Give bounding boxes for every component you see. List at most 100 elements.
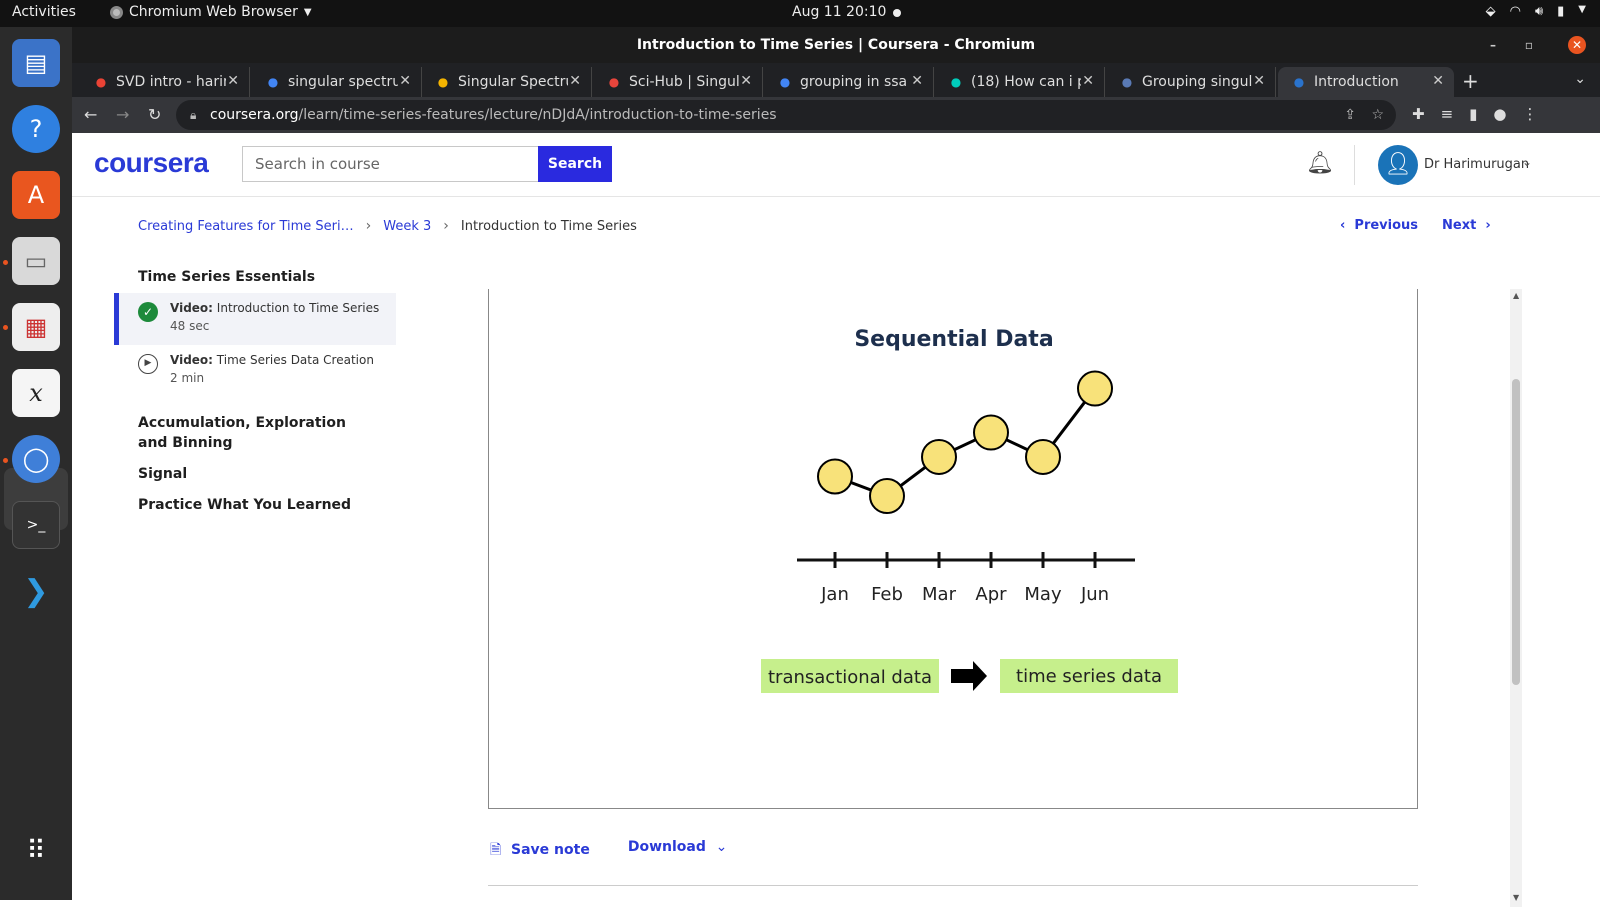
data-point xyxy=(973,414,1009,451)
ieee-icon: ● xyxy=(1121,75,1133,89)
browser-tab[interactable]: ● grouping in ssa ✕ xyxy=(764,67,934,97)
address-bar[interactable]: 🔒︎ coursera.org/learn/time-series-featur… xyxy=(176,100,1396,130)
browser-tab[interactable]: ● (18) How can i p ✕ xyxy=(935,67,1105,97)
scihub-icon: ● xyxy=(608,75,620,89)
breadcrumb-course[interactable]: Creating Features for Time Seri… xyxy=(138,219,354,234)
item-kind: Video: xyxy=(170,301,213,315)
x-tick-label: Jan xyxy=(820,584,849,605)
media-controls-icon[interactable]: ≡ xyxy=(1441,105,1454,123)
browser-menu-icon[interactable]: ⋮ xyxy=(1523,105,1538,123)
scroll-up-icon[interactable]: ▲ xyxy=(1513,291,1519,300)
tab-title: Grouping singular xyxy=(1142,74,1252,90)
share-icon[interactable]: ⇪ xyxy=(1344,100,1356,130)
lesson-item-data-creation[interactable]: ▶ Video: Time Series Data Creation 2 min xyxy=(114,345,396,397)
section-practice[interactable]: Practice What You Learned xyxy=(114,495,396,515)
close-tab-icon[interactable]: ✕ xyxy=(1253,73,1265,89)
close-tab-icon[interactable]: ✕ xyxy=(1082,73,1094,89)
battery-icon: ▮ xyxy=(1557,4,1565,19)
url-path: /learn/time-series-features/lecture/nDJd… xyxy=(298,107,777,123)
tab-title: Introduction xyxy=(1314,74,1399,90)
chevron-right-icon: › xyxy=(365,218,372,234)
google-icon: ● xyxy=(779,75,791,89)
download-button[interactable]: Download ⌄ xyxy=(628,839,728,863)
browser-tab[interactable]: ● Singular Spectrum✕ xyxy=(422,67,592,97)
system-tray[interactable]: ⬙ ◠ 🔊︎ ▮ ▼ xyxy=(1486,4,1586,19)
avatar[interactable]: 👤︎ xyxy=(1378,145,1418,185)
item-duration: 2 min xyxy=(170,371,205,385)
close-tab-icon[interactable]: ✕ xyxy=(1432,73,1444,89)
browser-tab[interactable]: ● Grouping singular✕ xyxy=(1106,67,1276,97)
show-apps-icon[interactable]: ⠿ xyxy=(12,827,60,875)
new-tab-button[interactable]: + xyxy=(1462,69,1479,93)
close-tab-icon[interactable]: ✕ xyxy=(399,73,411,89)
app-menu[interactable]: Chromium Web Browser ▼ xyxy=(110,4,312,20)
tab-title: SVD intro - harimurugan xyxy=(116,74,226,90)
breadcrumb: Creating Features for Time Seri… › Week … xyxy=(138,218,637,234)
search-button[interactable]: Search xyxy=(538,146,612,182)
course-outline: Time Series Essentials ✓ Video: Introduc… xyxy=(114,267,396,515)
files-icon[interactable]: ▭ xyxy=(12,237,60,285)
close-window-button[interactable]: ✕ xyxy=(1568,36,1586,54)
next-label: Next xyxy=(1442,218,1477,233)
google-icon: ● xyxy=(267,75,279,89)
tab-search-button[interactable]: ⌄ xyxy=(1574,71,1586,87)
site-header: coursera Search 🔔︎ 👤︎ Dr Harimurugan ⌄ xyxy=(72,133,1600,197)
scroll-down-icon[interactable]: ▼ xyxy=(1513,893,1519,902)
browser-tab[interactable]: ● SVD intro - harimurugan✕ xyxy=(80,67,250,97)
vscode-icon[interactable]: ❯ xyxy=(12,567,60,615)
page-scrollbar-thumb[interactable] xyxy=(1512,379,1520,685)
window-title: Introduction to Time Series | Coursera -… xyxy=(636,37,1036,53)
divider xyxy=(488,885,1418,886)
next-button[interactable]: Next › xyxy=(1442,218,1491,233)
terminal-icon[interactable]: >_ xyxy=(12,501,60,549)
profile-icon[interactable]: ● xyxy=(1493,105,1506,123)
forward-button[interactable]: → xyxy=(116,105,129,124)
bookmark-star-icon[interactable]: ☆ xyxy=(1371,100,1384,130)
help-icon[interactable]: ? xyxy=(12,105,60,153)
note-icon: 🗎 xyxy=(490,842,502,858)
save-note-button[interactable]: 🗎 Save note xyxy=(490,839,590,863)
notification-dot xyxy=(893,9,901,17)
section-time-series-essentials[interactable]: Time Series Essentials xyxy=(114,267,396,287)
close-tab-icon[interactable]: ✕ xyxy=(569,73,581,89)
close-tab-icon[interactable]: ✕ xyxy=(740,73,752,89)
extensions-icon[interactable]: ✚ xyxy=(1412,105,1425,123)
back-button[interactable]: ← xyxy=(84,105,97,124)
breadcrumb-week[interactable]: Week 3 xyxy=(383,219,431,234)
document-viewer-icon[interactable]: ▦ xyxy=(12,303,60,351)
header-divider xyxy=(1354,145,1355,185)
chevron-down-icon: ▼ xyxy=(1578,4,1586,15)
running-indicator xyxy=(3,325,8,330)
bell-icon[interactable]: 🔔︎ xyxy=(1306,151,1334,176)
minimize-button[interactable]: – xyxy=(1484,36,1502,54)
wifi-icon: ◠ xyxy=(1509,4,1521,19)
window-titlebar[interactable]: Introduction to Time Series | Coursera -… xyxy=(72,27,1600,63)
maximize-button[interactable]: ▫ xyxy=(1520,36,1538,54)
chromium-icon[interactable]: ◯ xyxy=(12,435,60,483)
username[interactable]: Dr Harimurugan xyxy=(1424,157,1529,172)
time-series-label: time series data xyxy=(1016,666,1162,687)
course-search-input[interactable] xyxy=(242,146,538,182)
tab-title: grouping in ssa xyxy=(800,74,908,90)
browser-tab[interactable]: ● singular spectrum✕ xyxy=(252,67,422,97)
writer-icon[interactable]: ▤ xyxy=(12,39,60,87)
coursera-logo[interactable]: coursera xyxy=(94,147,209,179)
coursera-icon: ● xyxy=(1293,75,1305,89)
browser-tab[interactable]: ● Introduction ✕ xyxy=(1278,67,1454,97)
side-panel-icon[interactable]: ▮ xyxy=(1469,105,1477,123)
chevron-down-icon[interactable]: ⌄ xyxy=(1522,155,1532,169)
previous-button[interactable]: ‹ Previous xyxy=(1340,218,1418,233)
activities-button[interactable]: Activities xyxy=(12,4,76,20)
reload-button[interactable]: ↻ xyxy=(148,105,161,124)
lesson-item-introduction[interactable]: ✓ Video: Introduction to Time Series 48 … xyxy=(114,293,396,345)
xournal-icon[interactable]: x xyxy=(12,369,60,417)
close-tab-icon[interactable]: ✕ xyxy=(911,73,923,89)
section-accumulation[interactable]: Accumulation, Exploration and Binning xyxy=(114,413,364,453)
browser-tab[interactable]: ● Sci-Hub | Singular✕ xyxy=(593,67,763,97)
lecture-slide[interactable]: Sequential Data Jan Feb Mar Apr May Jun trans… xyxy=(488,289,1418,809)
clock[interactable]: Aug 11 20:10 xyxy=(792,4,886,20)
section-signal[interactable]: Signal xyxy=(114,464,396,484)
data-point xyxy=(1077,370,1113,407)
software-center-icon[interactable]: A xyxy=(12,171,60,219)
close-tab-icon[interactable]: ✕ xyxy=(227,73,239,89)
